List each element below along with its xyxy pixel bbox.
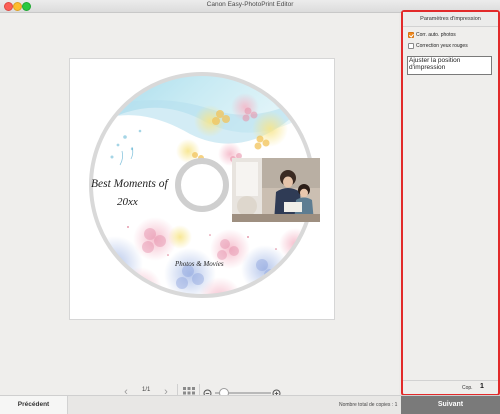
- copies-row: Cop. 1: [403, 380, 498, 395]
- family-photo-image: [232, 158, 320, 222]
- copies-input[interactable]: 1: [480, 383, 484, 390]
- auto-correct-checkbox-row[interactable]: Corr. auto. photos: [408, 32, 493, 40]
- panel-header: Paramètres d'impression: [403, 12, 498, 27]
- total-copies-text: Nombre total de copies : 1: [339, 402, 398, 408]
- disc-title[interactable]: Best Moments of: [91, 178, 168, 190]
- next-button[interactable]: Suivant: [401, 396, 500, 414]
- previous-button[interactable]: Précédent: [0, 396, 68, 414]
- print-settings-panel: Paramètres d'impression Corr. auto. phot…: [401, 10, 500, 396]
- canvas-area: Best Moments of 20xx Photos & Movies ‹ 1…: [0, 13, 399, 400]
- footer-bar: Précédent Nombre total de copies : 1 Sui…: [0, 395, 500, 414]
- print-page[interactable]: Best Moments of 20xx Photos & Movies: [69, 58, 335, 320]
- family-photo[interactable]: [232, 158, 320, 222]
- window-title: Canon Easy-PhotoPrint Editor: [206, 1, 294, 8]
- red-eye-checkbox[interactable]: [408, 43, 414, 49]
- red-eye-label: Correction yeux rouges: [416, 43, 468, 49]
- disc-subtitle[interactable]: Photos & Movies: [175, 260, 224, 268]
- copies-label: Cop.: [462, 385, 473, 391]
- disc-year[interactable]: 20xx: [117, 196, 138, 208]
- page-indicator: 1/1: [142, 387, 151, 393]
- red-eye-checkbox-row[interactable]: Correction yeux rouges: [408, 43, 493, 55]
- auto-correct-label: Corr. auto. photos: [416, 32, 456, 38]
- adjust-print-position-button[interactable]: Ajuster la position d'impression: [407, 56, 492, 75]
- auto-correct-checkbox[interactable]: [408, 32, 414, 38]
